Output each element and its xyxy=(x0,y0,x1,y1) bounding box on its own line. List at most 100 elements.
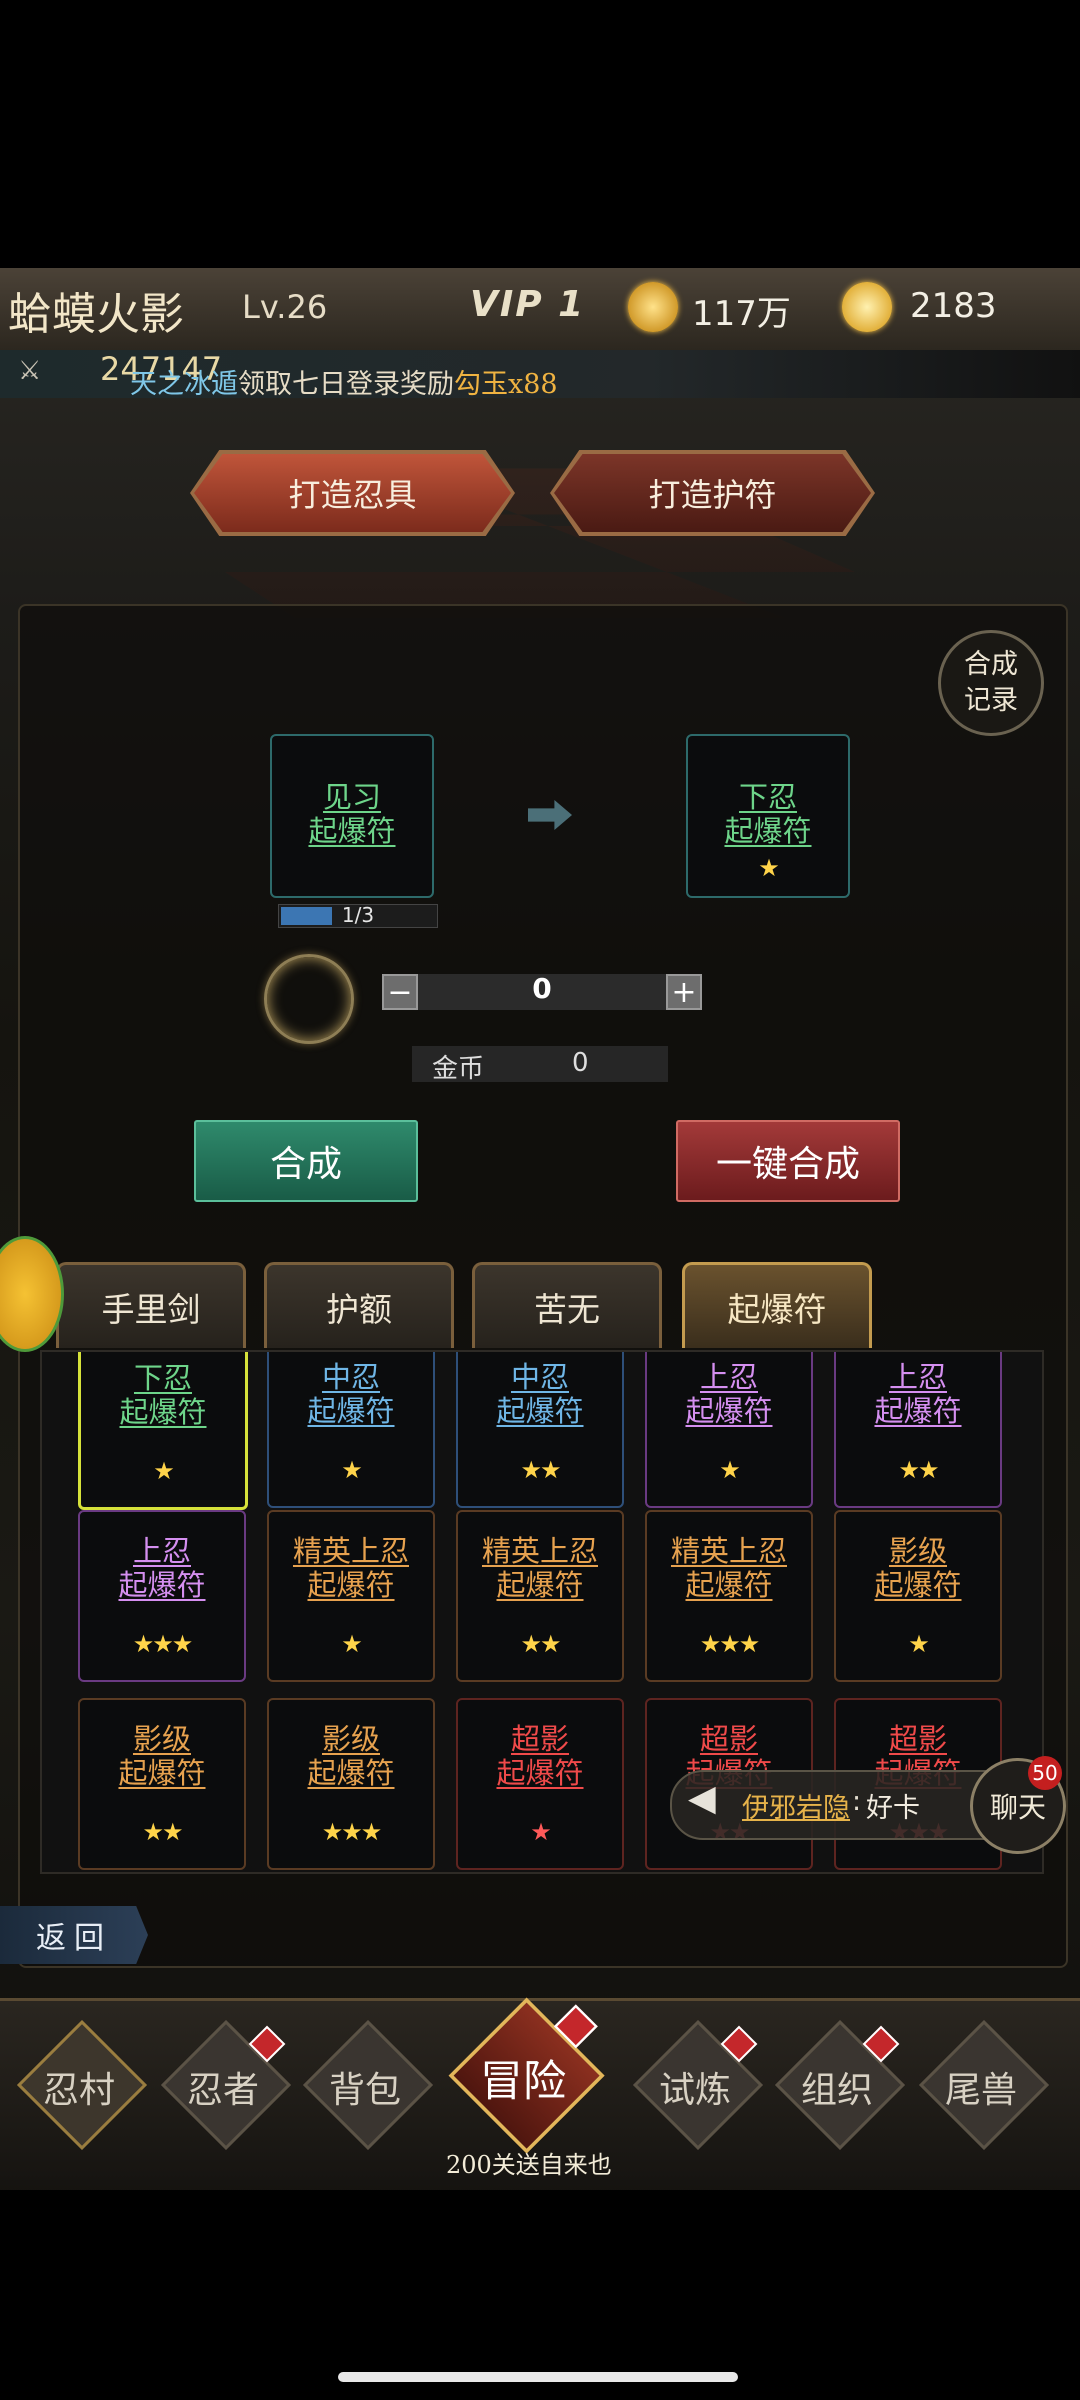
category-tab[interactable]: 护额 xyxy=(264,1262,454,1348)
item-stars: ★ xyxy=(908,1630,930,1658)
chat-separator: : xyxy=(852,1786,862,1817)
source-progress-text: 1/3 xyxy=(341,903,375,927)
chat-unread-badge: 50 xyxy=(1028,1756,1062,1790)
item-stars: ★★★ xyxy=(132,1630,194,1658)
item-name: 起爆符 xyxy=(685,1568,773,1602)
nav-label: 冒险 xyxy=(479,2057,567,2107)
item-name: 起爆符 xyxy=(496,1568,584,1602)
nav-item[interactable]: 忍村 xyxy=(16,2019,148,2151)
game-title: 蛤蟆火影 xyxy=(8,289,184,340)
item-card[interactable]: 上忍 起爆符 ★★ xyxy=(834,1352,1002,1508)
nav-item[interactable]: 尾兽 xyxy=(918,2019,1050,2151)
item-card[interactable]: 超影 起爆符 ★ xyxy=(456,1698,624,1870)
gem-amount: 2183 xyxy=(910,286,997,326)
gold-coin-plus-icon[interactable] xyxy=(628,282,678,332)
nav-item[interactable]: 试炼 xyxy=(632,2019,764,2151)
chat-sender: 伊邪岩隐 xyxy=(742,1793,850,1824)
nav-label: 试炼 xyxy=(658,2070,731,2111)
item-stars: ★★★ xyxy=(699,1630,761,1658)
item-name: 起爆符 xyxy=(874,1394,962,1428)
item-card[interactable]: 影级 起爆符 ★★★ xyxy=(267,1698,435,1870)
item-stars: ★ xyxy=(341,1456,363,1484)
item-stars: ★★★ xyxy=(321,1818,383,1846)
item-stars: ★★ xyxy=(520,1456,561,1484)
quantity-plus-button[interactable]: + xyxy=(666,974,702,1010)
player-level: Lv.26 xyxy=(242,288,328,326)
item-stars: ★★ xyxy=(898,1456,939,1484)
item-card[interactable]: 上忍 起爆符 ★ xyxy=(645,1352,813,1508)
nav-item[interactable]: 背包 xyxy=(302,2019,434,2151)
craft-tool-label: 打造忍具 xyxy=(194,454,511,532)
item-name: 起爆符 xyxy=(496,1394,584,1428)
item-card[interactable]: 下忍 起爆符 ★ xyxy=(78,1352,248,1510)
nav-label: 背包 xyxy=(328,2070,401,2111)
category-tab[interactable]: 起爆符 xyxy=(682,1262,872,1348)
gold-amount: 117万 xyxy=(692,294,791,334)
target-item-name: 起爆符 xyxy=(724,814,812,848)
nav-item[interactable]: 组织 xyxy=(774,2019,906,2151)
ticker-message: 天之冰遁领取七日登录奖励勾玉x88 xyxy=(130,362,558,401)
record-line1: 合成 xyxy=(964,649,1018,680)
item-card[interactable]: 影级 起爆符 ★ xyxy=(834,1510,1002,1682)
item-name: 起爆符 xyxy=(119,1395,207,1429)
source-item-card[interactable]: 见习 起爆符 xyxy=(270,734,434,898)
item-name: 起爆符 xyxy=(307,1394,395,1428)
source-progress-bar: 1/3 xyxy=(278,903,438,928)
item-name: 起爆符 xyxy=(496,1756,584,1790)
cost-label: 金币 xyxy=(432,1054,485,1084)
one-key-synthesize-button[interactable]: 一键合成 xyxy=(676,1120,900,1202)
category-tab[interactable]: 手里剑 xyxy=(56,1262,246,1348)
broadcast-ticker: ⚔ 247147 天之冰遁领取七日登录奖励勾玉x88 xyxy=(0,350,1080,401)
item-card[interactable]: 精英上忍 起爆符 ★★★ xyxy=(645,1510,813,1682)
item-card[interactable]: 中忍 起爆符 ★★ xyxy=(456,1352,624,1508)
quantity-value[interactable]: 0 xyxy=(420,972,664,1005)
nav-caption: 200关送自来也 xyxy=(446,2151,612,2179)
item-stars: ★ xyxy=(341,1630,363,1658)
item-name: 起爆符 xyxy=(118,1568,206,1602)
nav-label: 组织 xyxy=(800,2070,873,2111)
chevron-left-icon: ◀ xyxy=(688,1778,716,1819)
crossed-swords-icon: ⚔ xyxy=(18,356,42,386)
item-name: 起爆符 xyxy=(685,1394,773,1428)
target-item-stars: ★ xyxy=(758,854,780,882)
nav-label: 忍者 xyxy=(186,2070,259,2111)
item-stars: ★★ xyxy=(142,1818,183,1846)
target-item-card[interactable]: 下忍 起爆符 ★ xyxy=(686,734,850,898)
item-stars: ★★ xyxy=(520,1630,561,1658)
craft-tool-button[interactable]: 打造忍具 xyxy=(190,450,515,536)
item-name: 起爆符 xyxy=(307,1568,395,1602)
item-stars: ★ xyxy=(153,1457,175,1485)
back-button[interactable]: 返回 xyxy=(0,1906,148,1964)
item-name: 起爆符 xyxy=(118,1756,206,1790)
quantity-minus-button[interactable]: − xyxy=(382,974,418,1010)
ticker-player-name: 天之冰遁 xyxy=(130,369,238,400)
nav-item[interactable]: 忍者 xyxy=(160,2019,292,2151)
ticker-reward: 勾玉x88 xyxy=(454,369,558,400)
home-indicator[interactable] xyxy=(338,2372,738,2382)
top-bar: 蛤蟆火影 Lv.26 VIP 1 117万 2183 xyxy=(0,268,1080,352)
bottom-navigation: 忍村 忍者 背包 冒险 试炼 组织 尾兽 200关送自来也 xyxy=(0,1997,1080,2190)
category-tab[interactable]: 苦无 xyxy=(472,1262,662,1348)
item-card[interactable]: 上忍 起爆符 ★★★ xyxy=(78,1510,246,1682)
craft-charm-button[interactable]: 打造护符 xyxy=(550,450,875,536)
vip-badge[interactable]: VIP 1 xyxy=(470,284,585,325)
craft-charm-label: 打造护符 xyxy=(554,454,871,532)
sparkle-ring-icon xyxy=(264,954,354,1044)
item-stars: ★ xyxy=(530,1818,552,1846)
record-line2: 记录 xyxy=(964,685,1018,716)
synthesize-button[interactable]: 合成 xyxy=(194,1120,418,1202)
magatama-plus-icon[interactable] xyxy=(842,282,892,332)
item-card[interactable]: 精英上忍 起爆符 ★ xyxy=(267,1510,435,1682)
nav-label: 忍村 xyxy=(42,2070,115,2111)
synthesis-record-button[interactable]: 合成 记录 xyxy=(938,630,1044,736)
nav-item[interactable]: 冒险 xyxy=(448,1997,605,2154)
item-name: 起爆符 xyxy=(307,1756,395,1790)
item-card[interactable]: 影级 起爆符 ★★ xyxy=(78,1698,246,1870)
item-card[interactable]: 中忍 起爆符 ★ xyxy=(267,1352,435,1508)
cost-value: 0 xyxy=(572,1048,589,1078)
source-item-name: 起爆符 xyxy=(308,814,396,848)
item-name: 起爆符 xyxy=(874,1568,962,1602)
item-card[interactable]: 精英上忍 起爆符 ★★ xyxy=(456,1510,624,1682)
game-screen: 蛤蟆火影 Lv.26 VIP 1 117万 2183 ⚔ 247147 天之冰遁… xyxy=(0,268,1080,2190)
nav-label: 尾兽 xyxy=(944,2070,1017,2111)
